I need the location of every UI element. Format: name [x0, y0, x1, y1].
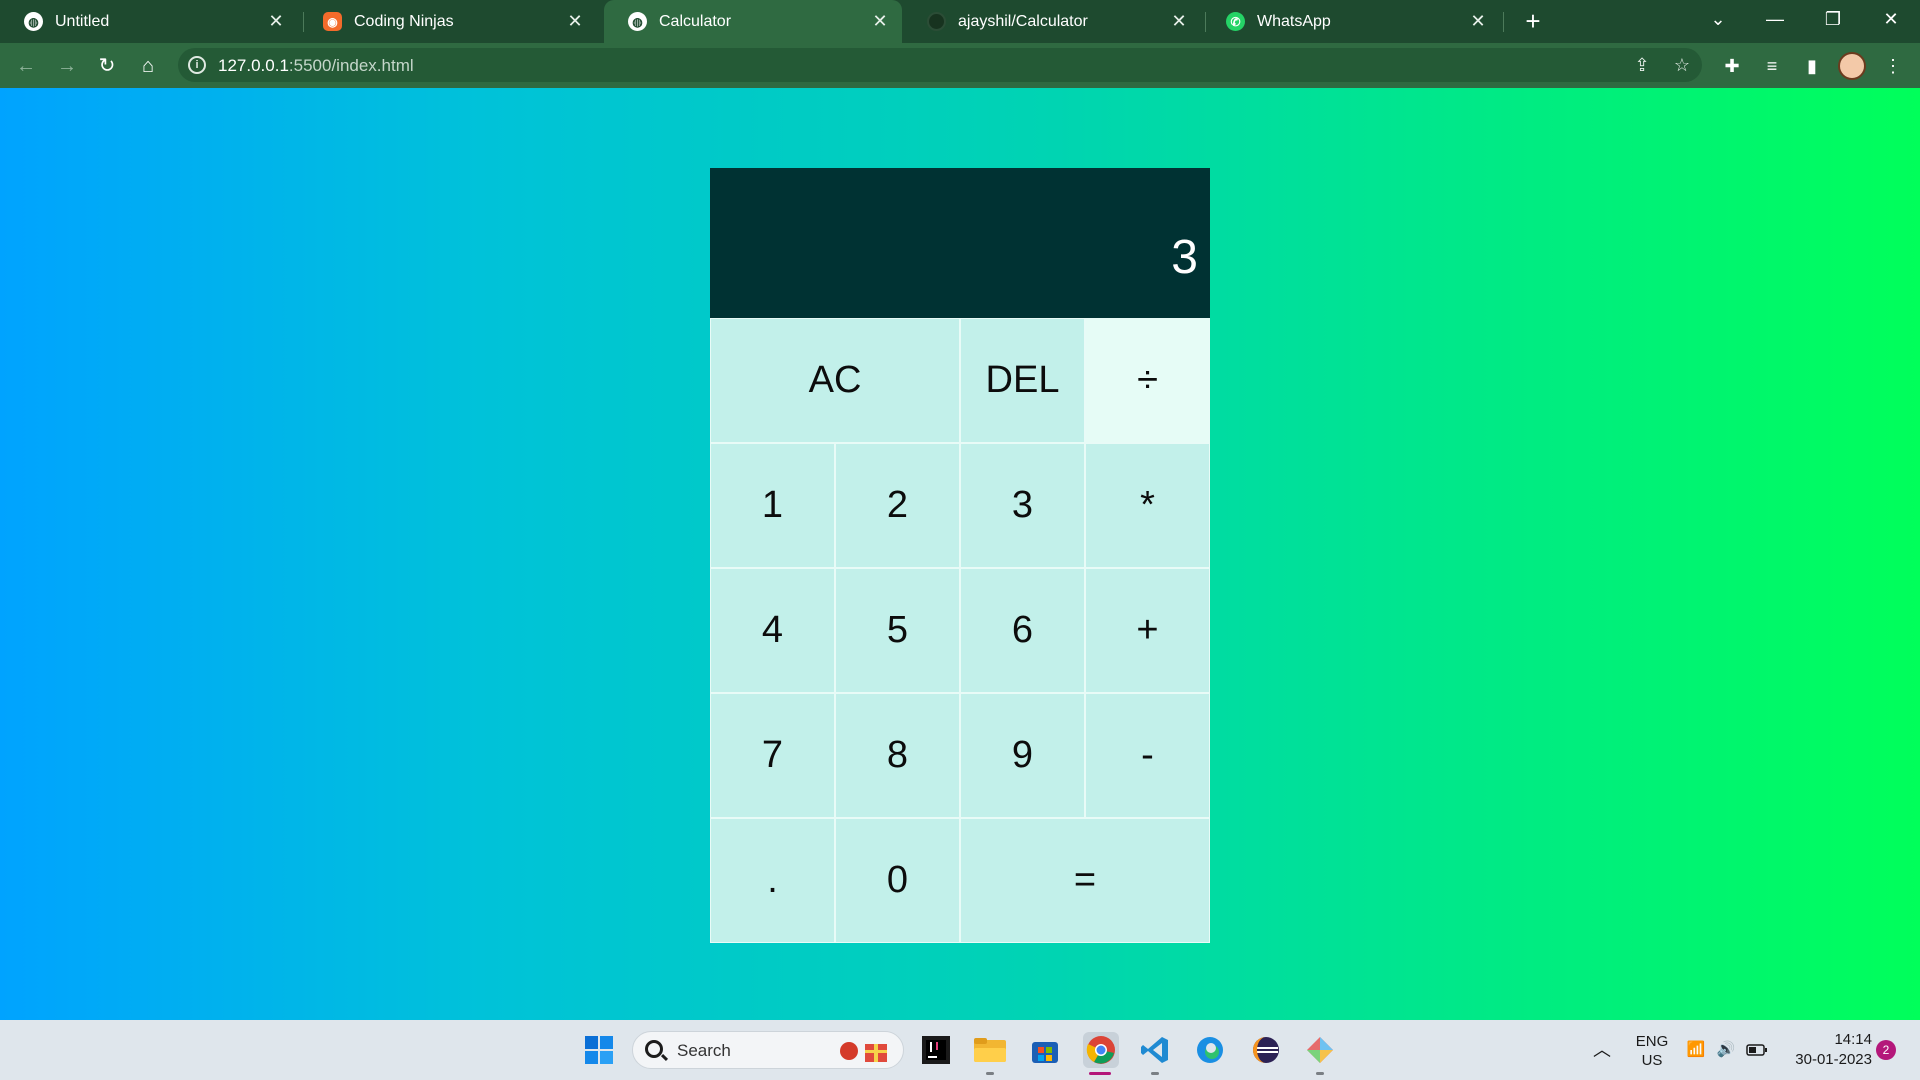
calculator-display: 3: [710, 168, 1210, 318]
decimal-point-button[interactable]: .: [710, 818, 835, 943]
language-region: US: [1641, 1052, 1663, 1069]
whatsapp-icon: ✆: [1226, 12, 1245, 31]
back-arrow-icon[interactable]: ←: [10, 50, 42, 82]
side-panel-icon[interactable]: ▮: [1797, 51, 1827, 81]
share-icon[interactable]: ⇪: [1630, 53, 1654, 77]
tab-untitled[interactable]: ◍ Untitled ✕: [0, 0, 298, 43]
running-indicator: [1316, 1072, 1324, 1075]
digit-4-button[interactable]: 4: [710, 568, 835, 693]
tab-whatsapp[interactable]: ✆ WhatsApp ✕: [1202, 0, 1500, 43]
microsoft-store-icon[interactable]: [1027, 1032, 1063, 1068]
edge-icon[interactable]: [1192, 1032, 1228, 1068]
notification-badge[interactable]: 2: [1876, 1040, 1896, 1060]
site-info-icon[interactable]: i: [188, 56, 206, 74]
gitkraken-app-icon[interactable]: [1302, 1032, 1338, 1068]
tab-separator: [1503, 12, 1504, 32]
profile-avatar[interactable]: [1838, 52, 1866, 80]
tab-search-chevron-icon[interactable]: ⌄: [1695, 0, 1741, 40]
tab-title: Untitled: [55, 12, 110, 30]
close-icon[interactable]: ✕: [870, 11, 890, 32]
chrome-icon[interactable]: [1083, 1032, 1119, 1068]
tab-strip: ◍ Untitled ✕ ◉ Coding Ninjas ✕ ◍ Calcula…: [0, 0, 1920, 43]
battery-icon[interactable]: [1744, 1020, 1770, 1080]
forward-arrow-icon[interactable]: →: [51, 50, 83, 82]
windows-start-icon[interactable]: [581, 1032, 617, 1068]
clock[interactable]: 14:14 30-01-2023: [1782, 1020, 1872, 1080]
browser-toolbar: ← → ↻ ⌂ i 127.0.0.1:5500/index.html ⇪ ☆ …: [0, 43, 1920, 88]
clock-time: 14:14: [1834, 1031, 1872, 1048]
search-icon: [645, 1040, 663, 1058]
windows-taskbar: Search ︿ ENG US 📶 🔊 14:14 30-01-2023 2: [0, 1020, 1920, 1080]
home-icon[interactable]: ⌂: [132, 50, 164, 82]
search-highlight-gift-icon: [840, 1042, 887, 1062]
tab-title: Coding Ninjas: [354, 12, 454, 30]
search-placeholder: Search: [677, 1041, 731, 1060]
language-indicator[interactable]: ENG US: [1628, 1020, 1676, 1080]
taskbar-search-box[interactable]: Search: [632, 1031, 904, 1069]
url-text[interactable]: 127.0.0.1:5500/index.html: [218, 56, 414, 76]
running-indicator: [1151, 1072, 1159, 1075]
vscode-icon[interactable]: [1137, 1032, 1173, 1068]
tab-title: ajayshil/Calculator: [958, 12, 1088, 30]
language-code: ENG: [1635, 1033, 1669, 1050]
running-indicator: [986, 1072, 994, 1075]
digit-7-button[interactable]: 7: [710, 693, 835, 818]
close-icon[interactable]: ✕: [565, 11, 585, 32]
plus-button[interactable]: +: [1085, 568, 1210, 693]
globe-icon: ◍: [24, 12, 43, 31]
divide-button[interactable]: ÷: [1085, 318, 1210, 443]
wifi-icon[interactable]: 📶: [1684, 1020, 1708, 1080]
intellij-icon[interactable]: [918, 1032, 954, 1068]
digit-9-button[interactable]: 9: [960, 693, 1085, 818]
coding-ninjas-icon: ◉: [323, 12, 342, 31]
tab-coding-ninjas[interactable]: ◉ Coding Ninjas ✕: [299, 0, 597, 43]
new-tab-button[interactable]: +: [1518, 6, 1548, 36]
tab-title: Calculator: [659, 12, 732, 30]
equals-button[interactable]: =: [960, 818, 1210, 943]
file-explorer-icon[interactable]: [972, 1032, 1008, 1068]
close-icon[interactable]: ✕: [266, 11, 286, 32]
github-icon: [927, 12, 946, 31]
close-icon[interactable]: ✕: [1468, 11, 1488, 32]
extensions-puzzle-icon[interactable]: ✚: [1717, 51, 1747, 81]
menu-kebab-icon[interactable]: ⋮: [1878, 51, 1908, 81]
page-background: 3 AC DEL ÷ 1 2 3 * 4 5 6 + 7 8 9 - . 0 =: [0, 88, 1920, 1020]
digit-5-button[interactable]: 5: [835, 568, 960, 693]
digit-6-button[interactable]: 6: [960, 568, 1085, 693]
multiply-button[interactable]: *: [1085, 443, 1210, 568]
digit-2-button[interactable]: 2: [835, 443, 960, 568]
digit-3-button[interactable]: 3: [960, 443, 1085, 568]
close-icon[interactable]: ✕: [1169, 11, 1189, 32]
show-hidden-icons-chevron-icon[interactable]: ︿: [1590, 1020, 1614, 1080]
digit-1-button[interactable]: 1: [710, 443, 835, 568]
clock-date: 30-01-2023: [1795, 1051, 1872, 1068]
minimize-icon[interactable]: —: [1752, 0, 1798, 40]
digit-8-button[interactable]: 8: [835, 693, 960, 818]
calculator: 3 AC DEL ÷ 1 2 3 * 4 5 6 + 7 8 9 - . 0 =: [710, 168, 1210, 943]
volume-icon[interactable]: 🔊: [1714, 1020, 1738, 1080]
media-queue-icon[interactable]: ≡: [1757, 51, 1787, 81]
restore-icon[interactable]: ❐: [1810, 0, 1856, 40]
tab-calculator[interactable]: ◍ Calculator ✕: [604, 0, 902, 43]
tab-title: WhatsApp: [1257, 12, 1331, 30]
minus-button[interactable]: -: [1085, 693, 1210, 818]
bookmark-star-icon[interactable]: ☆: [1670, 53, 1694, 77]
close-window-icon[interactable]: ✕: [1868, 0, 1914, 40]
globe-icon: ◍: [628, 12, 647, 31]
digit-0-button[interactable]: 0: [835, 818, 960, 943]
active-app-indicator: [1089, 1072, 1111, 1075]
del-button[interactable]: DEL: [960, 318, 1085, 443]
reload-icon[interactable]: ↻: [91, 50, 123, 82]
tab-github[interactable]: ajayshil/Calculator ✕: [903, 0, 1201, 43]
address-bar[interactable]: i 127.0.0.1:5500/index.html ⇪ ☆: [178, 48, 1702, 82]
eclipse-icon[interactable]: [1248, 1032, 1284, 1068]
ac-button[interactable]: AC: [710, 318, 960, 443]
